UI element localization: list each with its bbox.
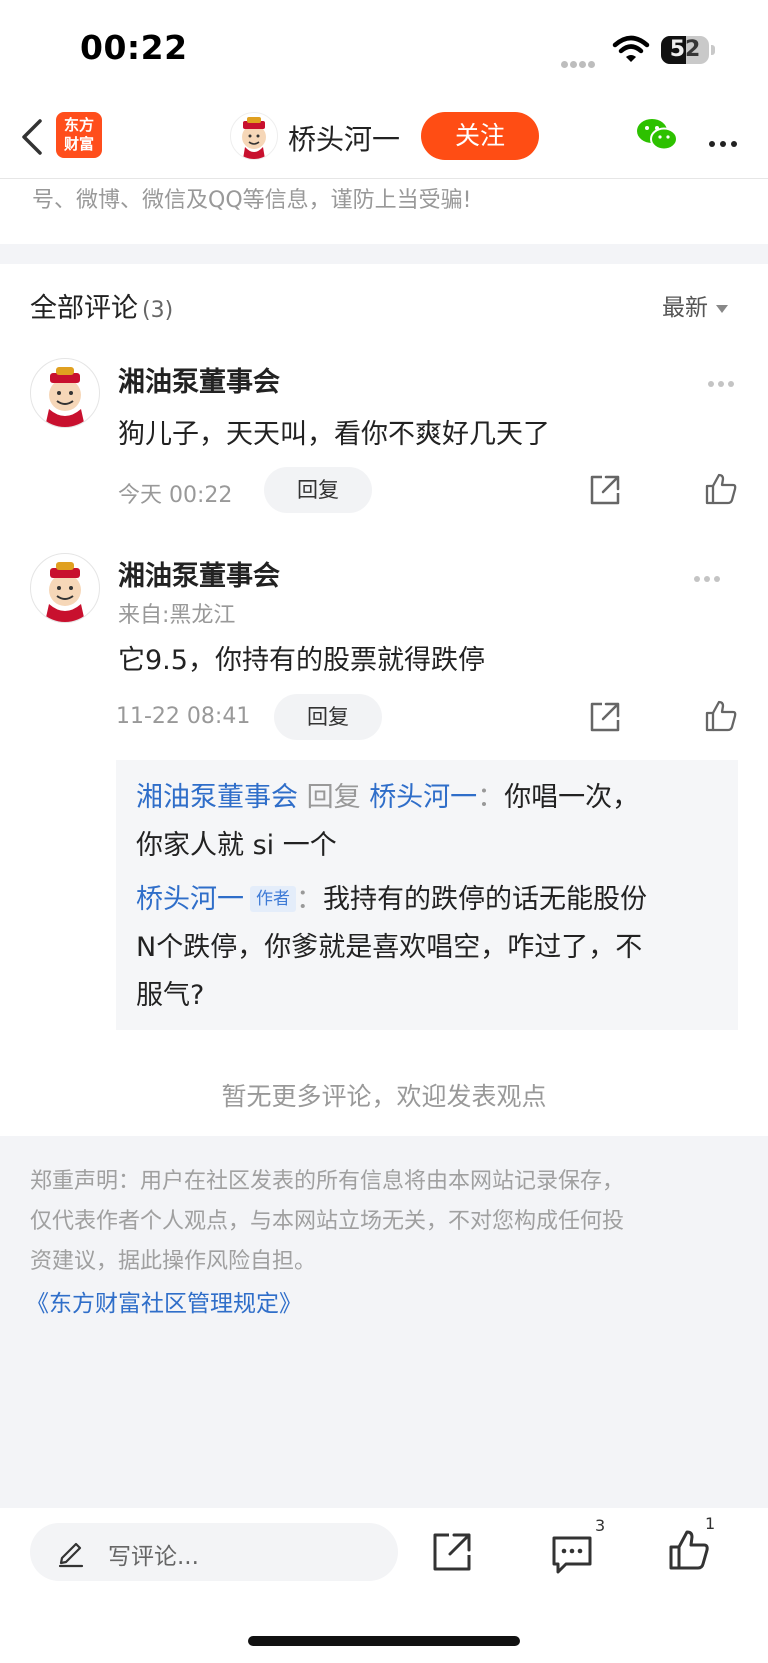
comment-text: 狗儿子，天天叫，看你不爽好几天了 [118,419,550,450]
cellular-signal-icon [561,53,597,72]
anti-fraud-warning: 号、微博、微信及QQ等信息，谨防上当受骗! [32,188,472,213]
comments-count: (3) [142,298,174,323]
community-rules-link[interactable]: 《东方财富社区管理规定》 [26,1284,302,1318]
disclaimer-line: 仅代表作者个人观点，与本网站立场无关，不对您构成任何投 [30,1209,625,1234]
wifi-icon [612,35,650,62]
reply-button[interactable]: 回复 [264,467,372,513]
reply-separator: ： [477,782,505,813]
reply-thread: 湘油泵董事会 回复 桥头河一：你唱一次， 你家人就 si 一个 桥头河一 作者 ：我… [116,760,738,1030]
comment-text: 它9.5，你持有的股票就得跌停 [118,645,485,676]
share-icon[interactable] [588,473,622,507]
disclaimer-line: 资建议，据此操作风险自担。 [30,1249,317,1274]
caishen-avatar-icon [242,117,266,159]
comment-count-badge: 3 [595,1516,606,1535]
like-icon[interactable] [704,472,738,506]
section-separator [0,244,768,264]
reply-text-line: 你家人就 si 一个 [136,830,337,861]
pen-icon [58,1542,84,1568]
reply-word: 回复 [306,782,361,813]
follow-button[interactable]: 关注 [421,112,539,160]
no-more-comments: 暂无更多评论，欢迎发表观点 [221,1082,547,1111]
reply-text-line: 我持有的跌停的话无能股份 [323,884,647,915]
comment-placeholder: 写评论... [108,1544,199,1570]
reply-text-line: 你唱一次， [504,782,640,813]
comment-time: 11-22 08:41 [116,704,251,729]
home-indicator [248,1636,520,1646]
share-icon[interactable] [430,1530,474,1574]
commenter-avatar[interactable] [30,358,100,428]
wechat-share-icon[interactable] [636,117,678,153]
disclaimer: 郑重声明：用户在社区发表的所有信息将由本网站记录保存， 仅代表作者个人观点，与本… [30,1162,740,1282]
reply-from-user[interactable]: 湘油泵董事会 [136,782,298,813]
disclaimer-line: 郑重声明：用户在社区发表的所有信息将由本网站记录保存， [30,1169,625,1194]
reply-item[interactable]: 桥头河一 作者 ：我持有的跌停的话无能股份 N个跌停，你爹就是喜欢唱空，咋过了，不 … [136,876,736,1020]
share-icon[interactable] [588,700,622,734]
author-avatar[interactable] [230,112,278,160]
sort-dropdown[interactable]: 最新 [662,288,728,322]
back-arrow-icon[interactable] [18,118,46,156]
logo-line-2: 财富 [63,135,94,153]
caishen-avatar-icon [45,367,85,427]
comment-more-icon[interactable] [708,372,738,391]
sort-label: 最新 [662,295,708,321]
reply-text-line: 服气? [136,980,205,1011]
comment-input[interactable]: 写评论... [30,1523,398,1581]
caishen-avatar-icon [45,562,85,622]
reply-from-user[interactable]: 桥头河一 [136,884,244,915]
author-name[interactable]: 桥头河一 [288,118,400,158]
like-icon[interactable] [704,699,738,733]
comments-header: 全部评论 (3) [30,286,173,325]
like-count-badge: 1 [705,1514,716,1533]
commenter-avatar[interactable] [30,553,100,623]
reply-item[interactable]: 湘油泵董事会 回复 桥头河一：你唱一次， 你家人就 si 一个 [136,774,726,870]
comment-time: 今天 00:22 [118,483,233,508]
comment-username[interactable]: 湘油泵董事会 [118,554,280,593]
comment-icon[interactable] [550,1532,594,1576]
eastmoney-logo[interactable]: 东方 财富 [56,112,102,158]
logo-line-1: 东方 [63,116,94,134]
battery-level: 52 [669,37,701,62]
like-icon[interactable] [667,1528,711,1572]
nav-divider [0,178,768,179]
reply-separator: ： [296,884,323,915]
reply-to-user[interactable]: 桥头河一 [369,782,477,813]
comment-more-icon[interactable] [694,567,724,586]
battery-icon: 52 [661,36,709,64]
comment-location: 来自:黑龙江 [118,603,236,628]
battery-cap [711,45,715,55]
comment-username[interactable]: 湘油泵董事会 [118,360,280,399]
status-time: 00:22 [80,28,188,67]
reply-text-line: N个跌停，你爹就是喜欢唱空，咋过了，不 [136,932,643,963]
caret-down-icon [716,304,728,313]
author-tag: 作者 [250,886,296,912]
comments-title: 全部评论 [30,293,138,324]
more-options-icon[interactable] [709,132,742,151]
reply-button[interactable]: 回复 [274,694,382,740]
